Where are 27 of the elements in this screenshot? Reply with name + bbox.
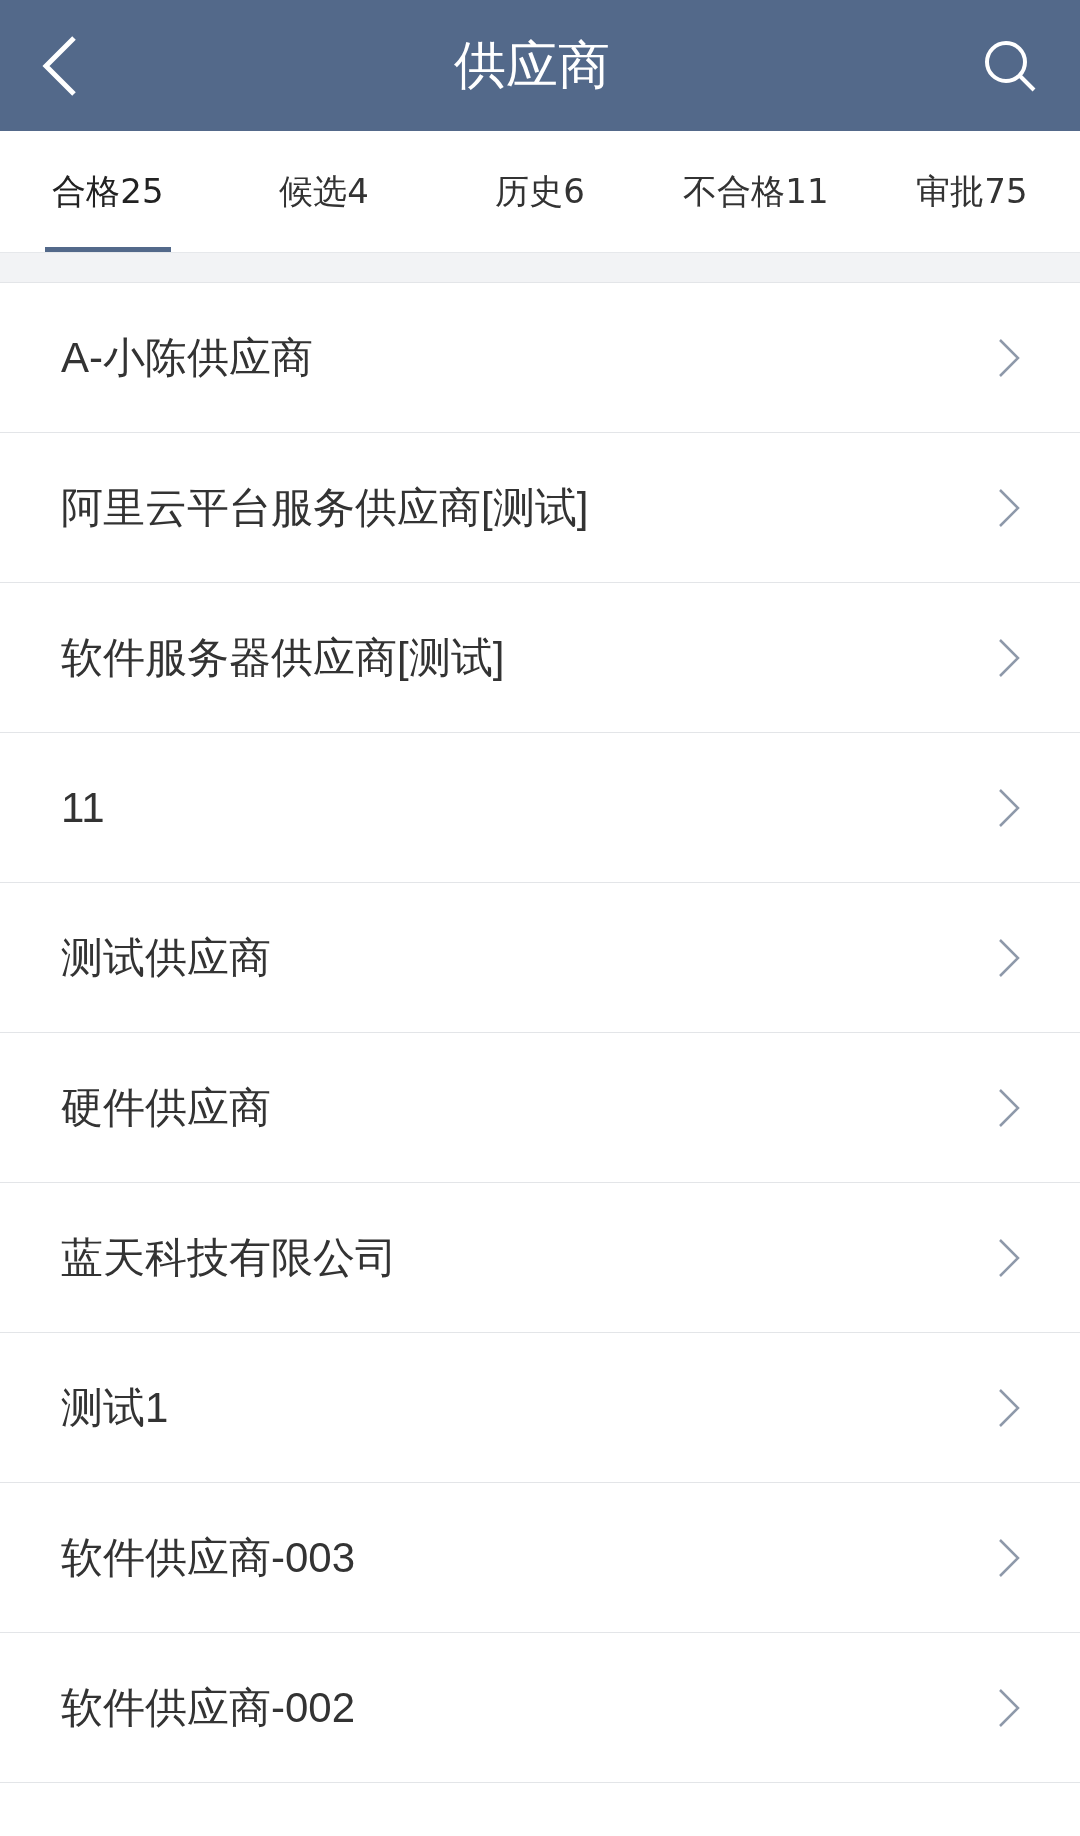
search-icon[interactable] (984, 39, 1036, 92)
chevron-icon (998, 1087, 1020, 1128)
supplier-item[interactable]: 软件服务器供应商[测试] (0, 583, 1080, 733)
chevron-icon (998, 937, 1020, 978)
chevron-icon (998, 637, 1020, 678)
supplier-item[interactable]: 蓝天科技有限公司 (0, 1183, 1080, 1333)
supplier-item[interactable]: 测试1 (0, 1333, 1080, 1483)
supplier-item[interactable]: 测试供应商 (0, 883, 1080, 1033)
chevron-icon (998, 337, 1020, 378)
supplier-item[interactable]: 软件供应商-002 (0, 1633, 1080, 1783)
chevron-icon (998, 1387, 1020, 1428)
supplier-item[interactable]: 阿里云平台服务供应商[测试] (0, 433, 1080, 583)
supplier-item[interactable]: 11 (0, 733, 1080, 883)
chevron-icon (998, 1237, 1020, 1278)
tab[interactable]: 历史6 (432, 131, 648, 252)
chevron-icon (998, 1687, 1020, 1728)
tab[interactable]: 审批75 (864, 131, 1080, 252)
page-title: 供应商 (454, 33, 610, 97)
supplier-item[interactable]: 软件供应商-003 (0, 1483, 1080, 1633)
tab[interactable]: 不合格11 (648, 131, 864, 252)
supplier-item[interactable]: 硬件供应商 (0, 1033, 1080, 1183)
chevron-icon (998, 787, 1020, 828)
chevron-icon (998, 487, 1020, 528)
supplier-item[interactable]: A-小陈供应商 (0, 283, 1080, 433)
chevron-icon (998, 1537, 1020, 1578)
tab[interactable]: 候选4 (216, 131, 432, 252)
tab[interactable]: 合格25 (0, 131, 216, 252)
